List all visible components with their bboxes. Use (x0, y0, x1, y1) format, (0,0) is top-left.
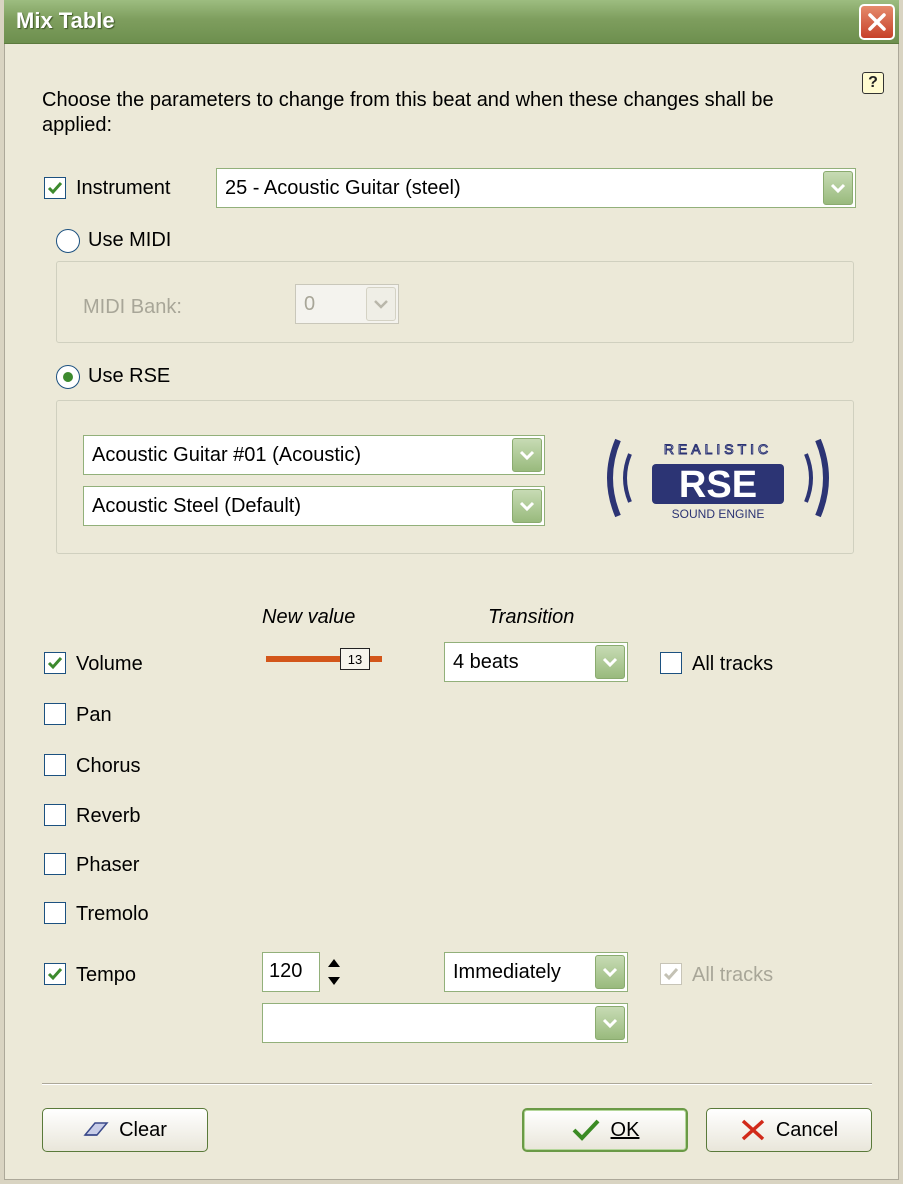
transition-header: Transition (488, 606, 575, 628)
checkmark-icon (47, 968, 63, 981)
help-icon: ? (868, 74, 878, 91)
chevron-down-icon[interactable] (595, 1006, 625, 1040)
chevron-down-icon[interactable] (823, 171, 853, 205)
phaser-checkbox[interactable] (44, 853, 66, 875)
separator (42, 1083, 872, 1085)
midi-group: MIDI Bank: 0 (56, 261, 854, 343)
checkmark-icon (47, 182, 63, 195)
check-icon (571, 1118, 601, 1142)
chevron-down-icon[interactable] (366, 287, 396, 321)
chorus-label: Chorus (76, 755, 141, 777)
eraser-icon (83, 1121, 109, 1139)
tempo-transition-value: Immediately (453, 961, 561, 983)
tempo-input[interactable]: 120 (262, 952, 320, 992)
chorus-checkbox[interactable] (44, 754, 66, 776)
reverb-label: Reverb (76, 805, 141, 827)
use-midi-radio[interactable] (56, 229, 80, 253)
instructions-text: Choose the parameters to change from thi… (42, 89, 774, 136)
help-button[interactable]: ? (862, 72, 884, 94)
rse-logo-bottom-text: SOUND ENGINE (672, 507, 765, 521)
volume-checkbox[interactable] (44, 652, 66, 674)
ok-label: OK (610, 1118, 640, 1141)
chevron-down-icon[interactable] (512, 438, 542, 472)
chevron-down-icon[interactable] (595, 645, 625, 679)
close-icon (868, 13, 886, 31)
volume-all-tracks-label: All tracks (692, 653, 774, 675)
rse-instrument-select[interactable]: Acoustic Guitar #01 (Acoustic) (83, 435, 545, 475)
tremolo-label: Tremolo (76, 903, 149, 925)
rse-logo-top-text: REALISTIC (664, 441, 772, 457)
instrument-checkbox[interactable] (44, 177, 66, 199)
rse-soundbank-select[interactable]: Acoustic Steel (Default) (83, 486, 545, 526)
volume-transition-value: 4 beats (453, 651, 519, 673)
tempo-extra-select[interactable] (262, 1003, 628, 1043)
window-title: Mix Table (16, 8, 115, 33)
instrument-select[interactable]: 25 - Acoustic Guitar (steel) (216, 168, 856, 208)
tempo-transition-select[interactable]: Immediately (444, 952, 628, 992)
phaser-label: Phaser (76, 854, 140, 876)
chevron-down-icon[interactable] (595, 955, 625, 989)
rse-logo: REALISTIC RSE SOUND ENGINE (607, 438, 829, 521)
tempo-all-tracks-checkbox[interactable] (660, 963, 682, 985)
reverb-checkbox[interactable] (44, 804, 66, 826)
title-bar[interactable]: Mix Table (4, 0, 899, 44)
tremolo-checkbox[interactable] (44, 902, 66, 924)
instrument-label: Instrument (76, 177, 171, 199)
volume-label: Volume (76, 653, 143, 675)
midi-bank-select[interactable]: 0 (295, 284, 399, 324)
ok-button[interactable]: OK (522, 1108, 688, 1152)
volume-all-tracks-checkbox[interactable] (660, 652, 682, 674)
cancel-button[interactable]: Cancel (706, 1108, 872, 1152)
midi-bank-label: MIDI Bank: (83, 296, 182, 318)
rse-instrument-value: Acoustic Guitar #01 (Acoustic) (92, 444, 361, 466)
use-rse-radio[interactable] (56, 365, 80, 389)
use-midi-label: Use MIDI (88, 229, 172, 251)
checkmark-icon (47, 657, 63, 670)
use-rse-label: Use RSE (88, 365, 171, 387)
midi-bank-value: 0 (304, 293, 316, 315)
rse-soundbank-value: Acoustic Steel (Default) (92, 495, 301, 517)
instrument-value: 25 - Acoustic Guitar (steel) (225, 177, 461, 199)
clear-button[interactable]: Clear (42, 1108, 208, 1152)
spin-arrows-icon[interactable] (326, 955, 342, 989)
pan-label: Pan (76, 704, 112, 726)
tempo-all-tracks-label: All tracks (692, 964, 774, 986)
tempo-checkbox[interactable] (44, 963, 66, 985)
mix-table-dialog: Mix Table ? Choose the parameters to cha… (0, 0, 903, 1184)
clear-label: Clear (119, 1118, 167, 1141)
chevron-down-icon[interactable] (512, 489, 542, 523)
rse-logo-main-text: RSE (679, 464, 757, 506)
pan-checkbox[interactable] (44, 703, 66, 725)
volume-slider-thumb[interactable]: 13 (340, 648, 370, 670)
tempo-label: Tempo (76, 964, 137, 986)
checkmark-icon (663, 968, 679, 981)
close-button[interactable] (859, 4, 895, 40)
new-value-header: New value (262, 606, 356, 628)
x-icon (740, 1118, 766, 1142)
volume-transition-select[interactable]: 4 beats (444, 642, 628, 682)
cancel-label: Cancel (775, 1118, 839, 1141)
